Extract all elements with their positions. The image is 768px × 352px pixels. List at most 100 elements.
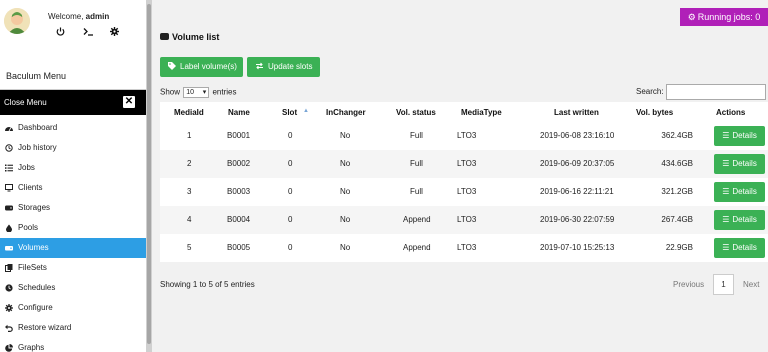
details-label: Details [732,159,757,168]
table-row: 3 B0003 0 No Full LTO3 2019-06-16 22:11:… [160,178,768,206]
column-header-vol-status[interactable]: Vol. status [396,108,436,117]
sidebar-item-clients[interactable]: Clients [0,178,146,198]
sidebar-item-label: Job history [18,143,57,152]
pager-page-1[interactable]: 1 [713,274,734,295]
show-suffix: entries [212,87,237,97]
pager-next[interactable]: Next [743,280,759,289]
details-button[interactable]: ☰ Details [714,238,765,258]
sidebar-item-label: Clients [18,183,43,192]
sidebar-item-label: Pools [18,223,39,232]
cell-last-written: 2019-06-30 22:07:59 [540,215,615,224]
cell-inchanger: No [340,159,351,168]
running-jobs-label: Running jobs: 0 [697,12,761,22]
details-label: Details [732,187,757,196]
cell-mediaid: 5 [187,243,192,252]
hdd-icon [5,246,13,251]
cell-last-written: 2019-06-09 20:37:05 [540,159,615,168]
cell-last-written: 2019-07-10 15:25:13 [540,243,615,252]
cell-vol-bytes: 267.4GB [661,215,693,224]
column-header-name[interactable]: Name [228,108,250,117]
power-icon[interactable] [56,27,65,36]
list-icon [5,164,13,172]
cell-vol-status: Full [410,159,423,168]
column-header-slot[interactable]: Slot [282,108,297,117]
cell-vol-bytes: 321.2GB [661,187,693,196]
details-button[interactable]: ☰ Details [714,210,765,230]
cell-vol-status: Full [410,131,423,140]
pager-previous[interactable]: Previous [673,280,704,289]
label-volume-label: Label volume(s) [180,62,237,71]
running-jobs-button[interactable]: ⚙ Running jobs: 0 [680,8,768,26]
close-menu-bar[interactable]: Close Menu ✕ [0,90,146,115]
table-row: 2 B0002 0 No Full LTO3 2019-06-09 20:37:… [160,150,768,178]
sidebar-item-graphs[interactable]: Graphs [0,338,146,352]
cell-mediaid: 3 [187,187,192,196]
cell-name: B0003 [227,187,251,196]
sidebar-item-dashboard[interactable]: Dashboard [0,118,146,138]
cell-mediatype: LTO3 [457,215,477,224]
column-header-mediatype[interactable]: MediaType [461,108,502,117]
search-label: Search: [636,87,664,96]
gears-icon: ⚙ [687,12,696,22]
column-header-mediaid[interactable]: MediaId [174,108,204,117]
cell-name: B0004 [227,215,251,224]
search-input[interactable] [666,84,766,100]
sidebar-item-storages[interactable]: Storages [0,198,146,218]
sidebar-item-label: Restore wizard [18,323,72,332]
sidebar-item-restore-wizard[interactable]: Restore wizard [0,318,146,338]
wrench-icon [5,304,13,312]
cell-name: B0001 [227,131,251,140]
list-icon: ☰ [722,131,730,140]
cell-name: B0005 [227,243,251,252]
terminal-icon[interactable] [83,27,93,36]
sort-asc-icon: ▲ [303,108,309,114]
column-header-vol-bytes[interactable]: Vol. bytes [636,108,673,117]
sidebar-item-label: Jobs [18,163,35,172]
page-length-select[interactable]: 10 [183,87,210,98]
cell-slot: 0 [288,243,293,252]
cell-mediatype: LTO3 [457,243,477,252]
cell-mediaid: 2 [187,159,192,168]
close-menu-label: Close Menu [4,98,47,107]
welcome-text: Welcome, admin [48,12,109,21]
cell-vol-status: Append [403,243,431,252]
details-button[interactable]: ☰ Details [714,126,765,146]
page-title: Volume list [160,32,219,42]
sidebar-item-configure[interactable]: Configure [0,298,146,318]
sidebar-item-schedules[interactable]: Schedules [0,278,146,298]
label-volume-button[interactable]: Label volume(s) [160,57,243,77]
sidebar-item-label: Configure [18,303,53,312]
sidebar-item-job-history[interactable]: Job history [0,138,146,158]
details-button[interactable]: ☰ Details [714,182,765,202]
sidebar-item-volumes[interactable]: Volumes [0,238,146,258]
scrollbar-thumb[interactable] [147,4,151,344]
sidebar-item-label: Graphs [18,343,45,352]
sidebar-item-label: Dashboard [18,123,58,132]
cell-slot: 0 [288,215,293,224]
cell-mediatype: LTO3 [457,159,477,168]
table-header: MediaId Name Slot ▲ InChanger Vol. statu… [160,102,768,122]
cell-slot: 0 [288,131,293,140]
gear-icon[interactable] [110,27,119,36]
cell-slot: 0 [288,159,293,168]
update-slots-button[interactable]: Update slots [247,57,320,77]
close-icon[interactable]: ✕ [123,96,135,108]
list-icon: ☰ [722,215,730,224]
cell-inchanger: No [340,243,351,252]
column-header-inchanger[interactable]: InChanger [326,108,366,117]
sidebar-item-jobs[interactable]: Jobs [0,158,146,178]
list-icon: ☰ [722,243,730,252]
update-slots-label: Update slots [268,62,313,71]
sidebar-item-pools[interactable]: Pools [0,218,146,238]
sidebar-item-filesets[interactable]: FileSets [0,258,146,278]
welcome-prefix: Welcome, [48,12,84,21]
cell-mediatype: LTO3 [457,131,477,140]
column-header-last-written[interactable]: Last written [554,108,599,117]
table-row: 4 B0004 0 No Append LTO3 2019-06-30 22:0… [160,206,768,234]
avatar [4,8,30,34]
details-button[interactable]: ☰ Details [714,154,765,174]
sidebar-item-label: FileSets [18,263,47,272]
history-icon [5,144,13,152]
list-icon: ☰ [722,187,730,196]
table-row: 5 B0005 0 No Append LTO3 2019-07-10 15:2… [160,234,768,262]
